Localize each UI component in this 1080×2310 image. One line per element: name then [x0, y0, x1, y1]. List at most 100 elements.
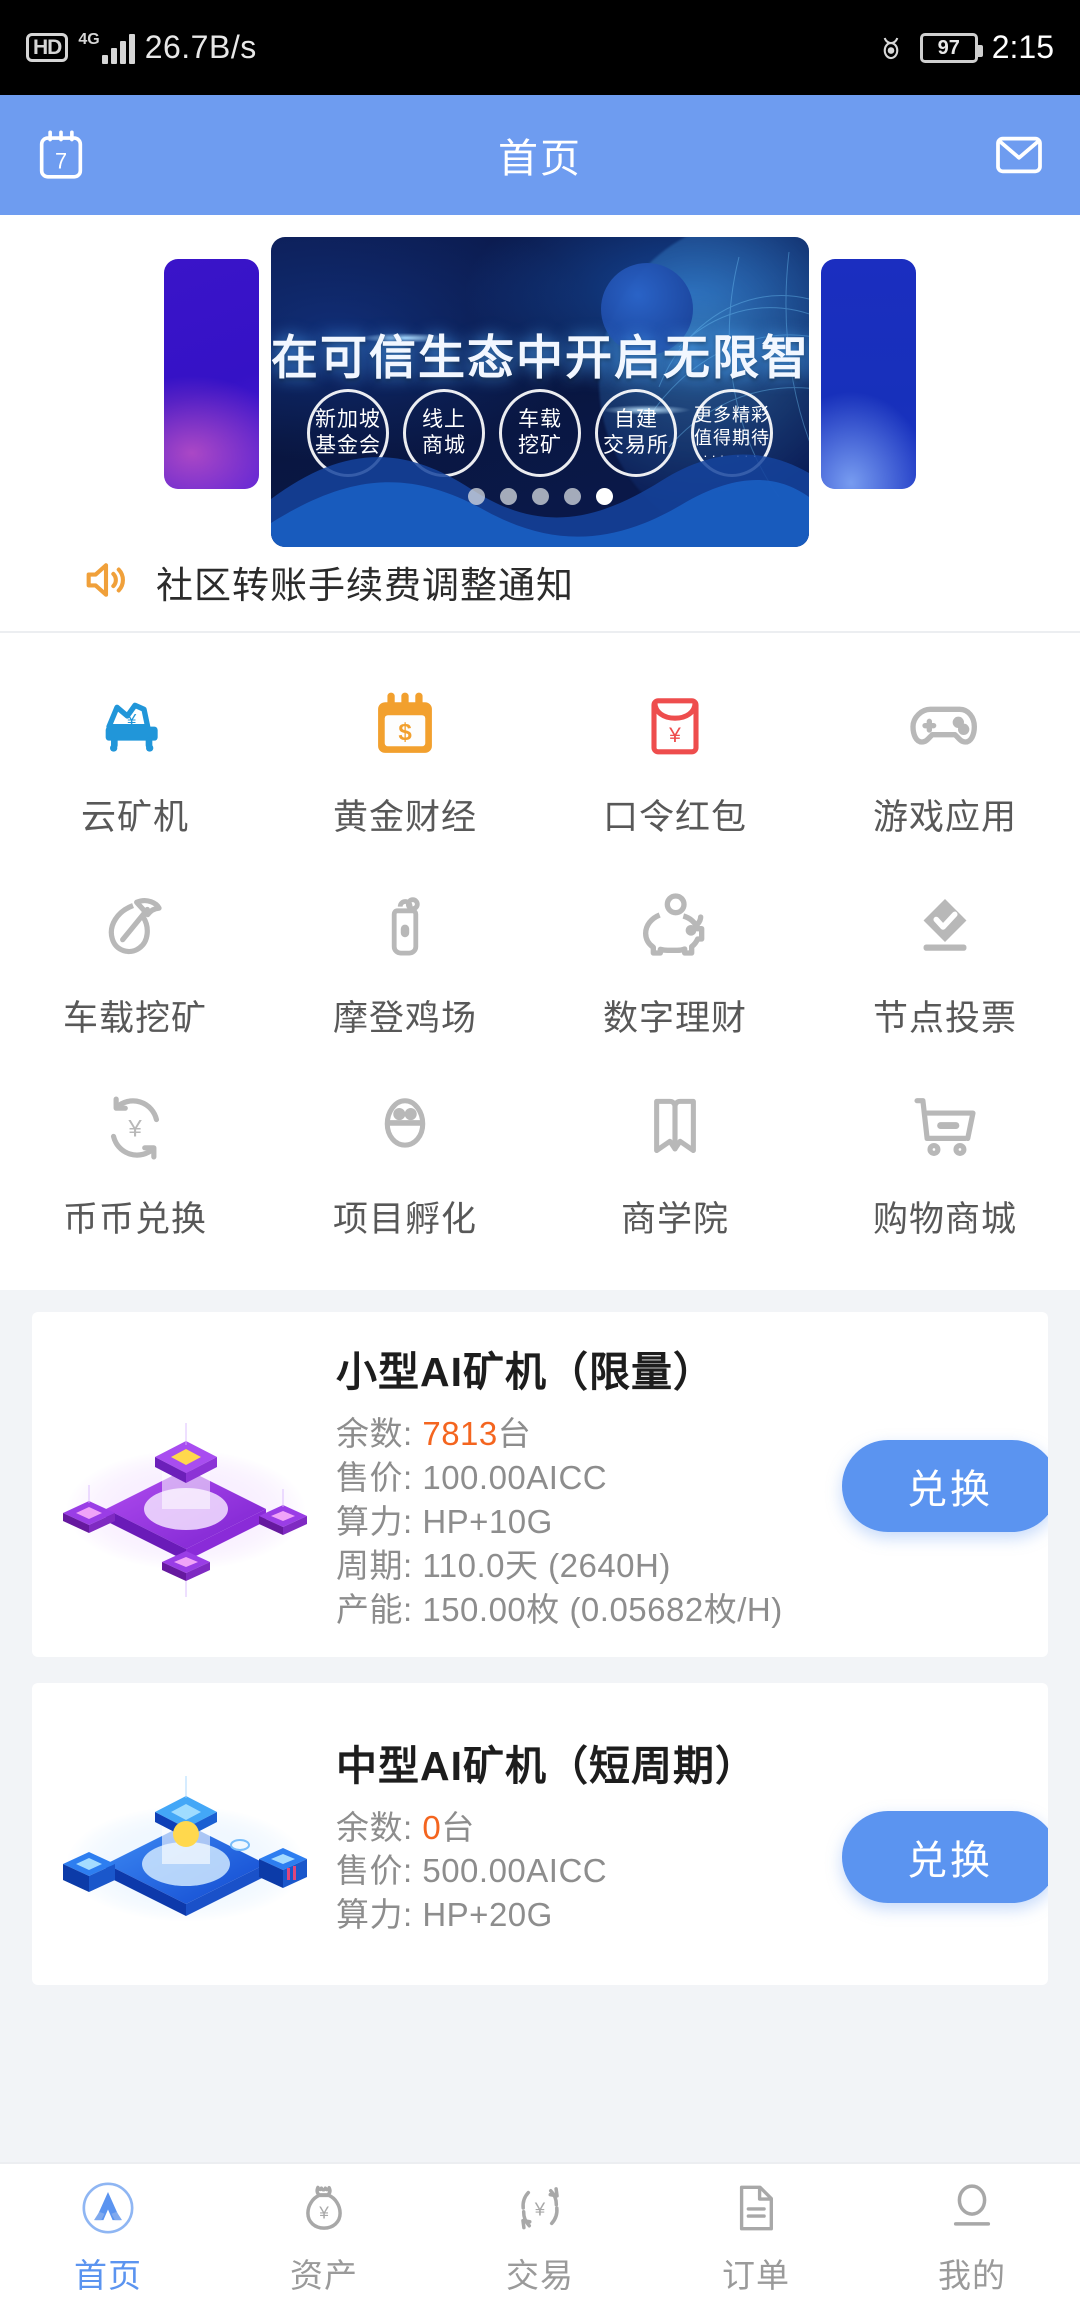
- grid-item-vehicle-mining[interactable]: 车载挖矿: [0, 862, 270, 1055]
- banner-headline: 在可信生态中开启无限智能: [271, 331, 809, 384]
- calendar-icon[interactable]: 7: [30, 124, 92, 186]
- vote-diamond-icon: [902, 884, 988, 970]
- product-stock-unit: 台: [497, 1415, 532, 1452]
- grid-item-node-vote[interactable]: 节点投票: [810, 862, 1080, 1055]
- clock-label: 2:15: [991, 29, 1054, 65]
- grid-item-label: 黄金财经: [332, 798, 477, 837]
- tab-label: 订单: [722, 2257, 790, 2294]
- grid-item-gold-finance[interactable]: $ 黄金财经: [270, 661, 540, 854]
- grid-item-label: 车载挖矿: [62, 999, 207, 1038]
- grid-item-label: 摩登鸡场: [332, 999, 477, 1038]
- purple-isometric-miner-image: [36, 1360, 336, 1610]
- tab-assets[interactable]: ¥ 资产: [216, 2177, 432, 2297]
- product-card[interactable]: 中型AI矿机（短周期） 余数: 0台 售价: 500.00AICC 算力: HP…: [32, 1683, 1048, 1986]
- carousel-dot-active[interactable]: [595, 488, 613, 505]
- battery-icon: 97: [919, 32, 983, 63]
- tab-label: 交易: [506, 2257, 574, 2294]
- document-icon: [729, 2177, 783, 2239]
- network-speed-label: 26.7B/s: [144, 29, 257, 65]
- gamepad-icon: [902, 683, 988, 769]
- product-output: 产能: 150.00枚 (0.05682枚/H): [336, 1590, 783, 1628]
- exchange-button[interactable]: 兑换: [842, 1440, 1048, 1532]
- grid-item-cloud-miner[interactable]: ¥ 云矿机: [0, 661, 270, 854]
- bottom-tab-bar: 首页 ¥ 资产 ¥ 交易 订单 我的: [0, 2162, 1080, 2310]
- product-stock-value: 7813: [422, 1415, 498, 1452]
- grid-item-password-redpacket[interactable]: ¥ 口令红包: [540, 661, 810, 854]
- svg-text:7: 7: [55, 148, 67, 173]
- grid-item-modern-chicken-farm[interactable]: 摩登鸡场: [270, 862, 540, 1055]
- product-period: 周期: 110.0天 (2640H): [336, 1546, 671, 1584]
- banner-slide-active[interactable]: 在可信生态中开启无限智能 新加坡 基金会 线上 商城 车载 挖矿 自建 交易所 …: [271, 237, 809, 547]
- grid-item-business-school[interactable]: 商学院: [540, 1063, 810, 1256]
- feature-grid: ¥ 云矿机 $ 黄金财经 ¥ 口令红包 游戏应用 车载挖矿 摩登鸡场 数字理财 …: [0, 633, 1080, 1290]
- grid-item-coin-exchange[interactable]: ¥ 币币兑换: [0, 1063, 270, 1256]
- product-title: 中型AI矿机（短周期）: [336, 1742, 757, 1789]
- money-bag-icon: ¥: [296, 2177, 352, 2239]
- piggy-bank-icon: [632, 884, 718, 970]
- svg-text:¥: ¥: [127, 1115, 142, 1142]
- svg-text:¥: ¥: [318, 2203, 329, 2223]
- product-list: 小型AI矿机（限量） 余数: 7813台 售价: 100.00AICC 算力: …: [0, 1290, 1080, 1986]
- tab-orders[interactable]: 订单: [648, 2177, 864, 2297]
- egg-hatch-icon: [362, 1085, 448, 1171]
- tab-label: 资产: [290, 2257, 358, 2294]
- grid-item-label: 商学院: [620, 1200, 729, 1239]
- tab-trade[interactable]: ¥ 交易: [432, 2177, 648, 2297]
- status-bar: HD 4G 26.7B/s 97 2:15: [0, 0, 1080, 95]
- svg-text:¥: ¥: [126, 710, 137, 729]
- tab-label: 我的: [938, 2257, 1006, 2294]
- product-card[interactable]: 小型AI矿机（限量） 余数: 7813台 售价: 100.00AICC 算力: …: [32, 1312, 1048, 1658]
- grid-item-label: 游戏应用: [872, 798, 1017, 837]
- carousel-dots[interactable]: [271, 488, 809, 505]
- pickaxe-icon: [92, 884, 178, 970]
- banner-slide-previous[interactable]: [164, 259, 259, 489]
- svg-text:¥: ¥: [534, 2198, 546, 2219]
- tab-label: 首页: [74, 2257, 142, 2294]
- grid-item-label: 节点投票: [872, 999, 1017, 1038]
- chicken-bottle-icon: [362, 884, 448, 970]
- grid-item-label: 口令红包: [602, 798, 747, 837]
- blue-isometric-miner-image: [36, 1709, 336, 1959]
- carousel-dot[interactable]: [531, 488, 549, 505]
- grid-item-label: 购物商城: [872, 1200, 1017, 1239]
- grid-item-digital-finance[interactable]: 数字理财: [540, 862, 810, 1055]
- grid-item-game-apps[interactable]: 游戏应用: [810, 661, 1080, 854]
- network-type-label: 4G: [78, 30, 100, 48]
- product-stock-unit: 台: [441, 1808, 475, 1846]
- battery-level-label: 97: [937, 36, 960, 59]
- signal-bars-icon: 4G: [78, 30, 135, 64]
- app-header: 7 首页: [0, 95, 1080, 215]
- status-bar-left: HD 4G 26.7B/s: [26, 29, 257, 66]
- grid-item-label: 数字理财: [602, 999, 747, 1038]
- mine-cart-yuan-icon: ¥: [92, 683, 178, 769]
- tab-profile[interactable]: 我的: [864, 2177, 1080, 2297]
- open-book-icon: [632, 1085, 718, 1171]
- hd-icon: HD: [26, 33, 69, 62]
- page-title: 首页: [498, 137, 582, 181]
- carousel-dot[interactable]: [467, 488, 485, 505]
- envelope-icon[interactable]: [988, 124, 1050, 186]
- grid-item-label: 云矿机: [80, 798, 189, 837]
- grid-item-shopping-mall[interactable]: 购物商城: [810, 1063, 1080, 1256]
- grid-item-label: 币币兑换: [62, 1200, 207, 1239]
- exchange-yuan-icon: ¥: [512, 2177, 568, 2239]
- signal-strength-bars: [101, 33, 135, 64]
- product-title: 小型AI矿机（限量）: [336, 1349, 715, 1395]
- calendar-dollar-icon: $: [362, 683, 448, 769]
- grid-item-label: 项目孵化: [332, 1200, 477, 1239]
- product-stock-label: 余数:: [336, 1415, 423, 1452]
- exchange-button[interactable]: 兑换: [842, 1811, 1048, 1904]
- red-envelope-icon: ¥: [632, 683, 718, 769]
- eye-protection-icon: [876, 33, 906, 63]
- megaphone-icon: [80, 554, 132, 611]
- carousel-dot[interactable]: [563, 488, 581, 505]
- product-stock-label: 余数:: [336, 1808, 423, 1846]
- product-stock-value: 0: [422, 1808, 442, 1846]
- tab-home[interactable]: 首页: [0, 2177, 216, 2297]
- notice-bar[interactable]: 社区转账手续费调整通知: [0, 533, 1080, 633]
- svg-text:¥: ¥: [668, 724, 681, 747]
- carousel-dot[interactable]: [499, 488, 517, 505]
- banner-slide-next[interactable]: [821, 259, 916, 489]
- grid-item-project-incubation[interactable]: 项目孵化: [270, 1063, 540, 1256]
- banner-carousel[interactable]: 在可信生态中开启无限智能 新加坡 基金会 线上 商城 车载 挖矿 自建 交易所 …: [0, 215, 1080, 547]
